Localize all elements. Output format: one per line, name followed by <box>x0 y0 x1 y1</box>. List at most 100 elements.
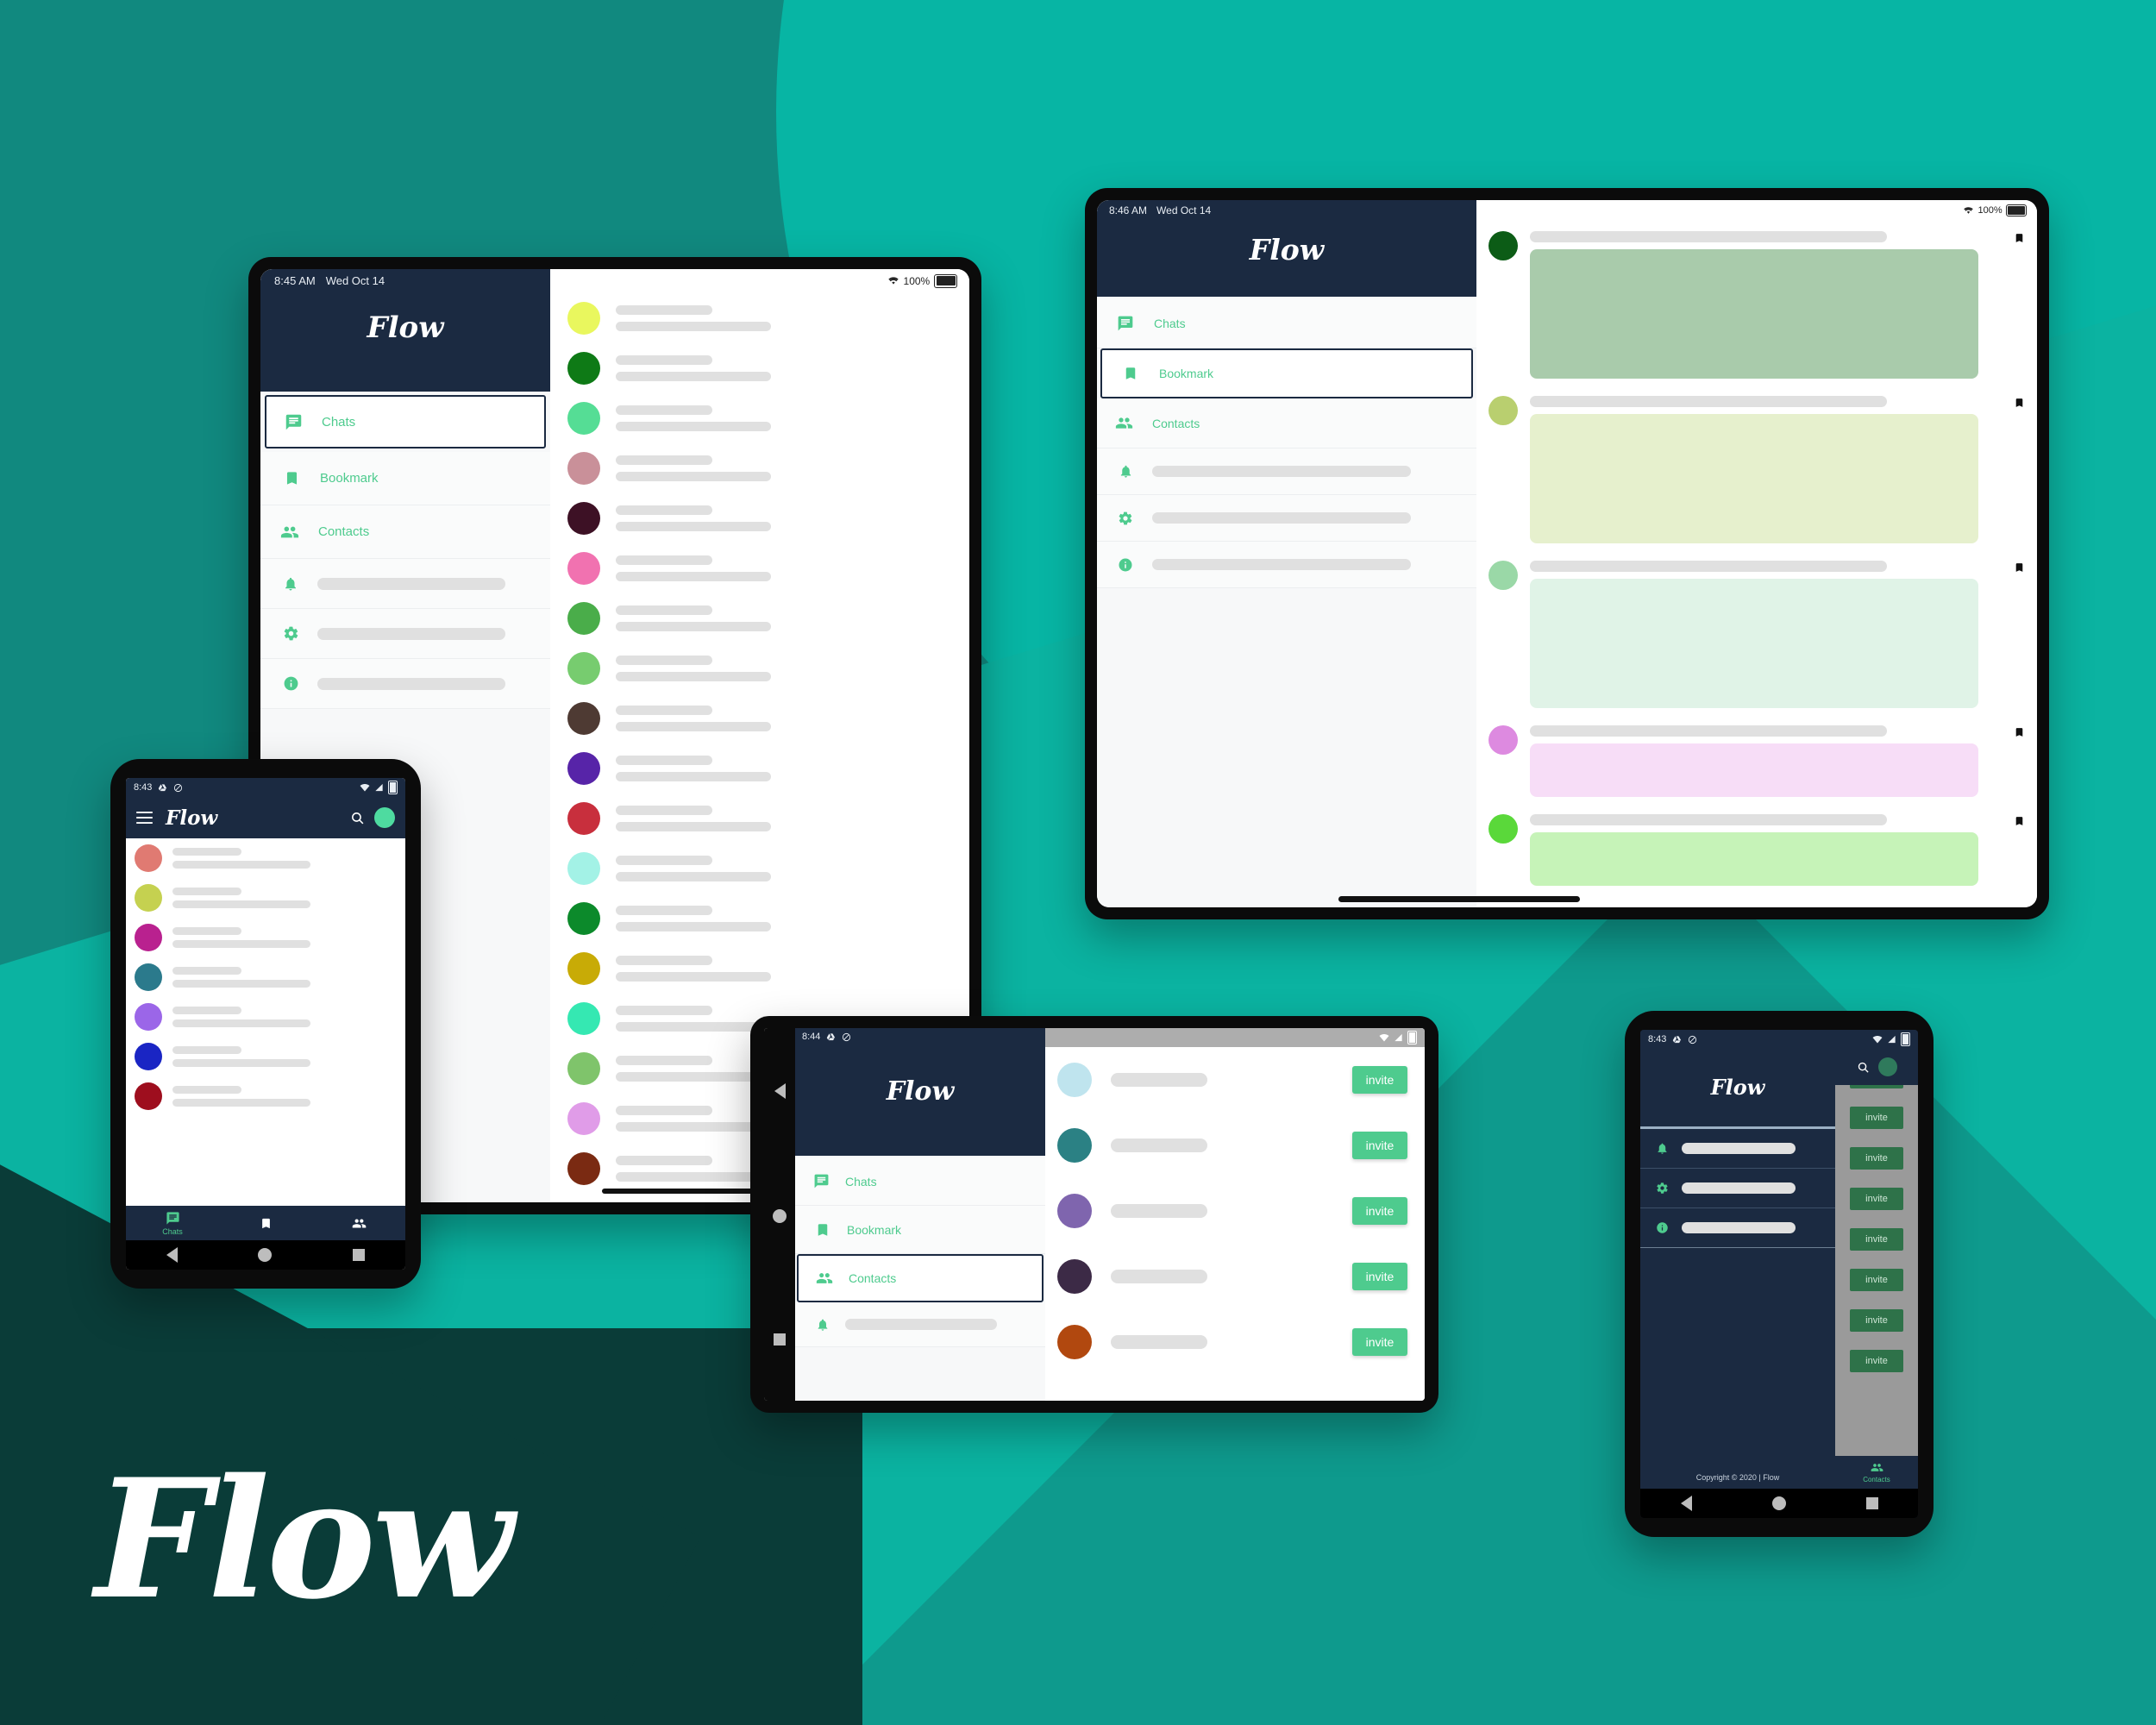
chat-list-item[interactable] <box>550 293 969 343</box>
chat-list-item[interactable] <box>126 1037 405 1076</box>
invite-button[interactable]: invite <box>1850 1147 1903 1170</box>
bookmark-card-content <box>1530 725 1978 797</box>
chat-list-item[interactable] <box>550 593 969 643</box>
phone-drawer-bottom-nav[interactable]: Contacts <box>1835 1456 1918 1489</box>
chat-list-item[interactable] <box>126 918 405 957</box>
bookmark-card[interactable] <box>1476 806 2037 894</box>
dnd-icon <box>1688 1035 1697 1044</box>
chat-list-item[interactable] <box>126 997 405 1037</box>
wifi-icon <box>1963 206 1974 215</box>
bookmark-card[interactable] <box>1476 387 2037 552</box>
chat-list-item[interactable] <box>550 693 969 743</box>
bookmark-card[interactable] <box>1476 223 2037 387</box>
invite-button[interactable]: invite <box>1850 1188 1903 1210</box>
chat-list-item[interactable] <box>550 643 969 693</box>
bottom-nav-contacts[interactable] <box>312 1216 405 1231</box>
phone-chats-list[interactable] <box>126 838 405 1116</box>
back-button[interactable] <box>774 1083 786 1099</box>
bookmark-icon[interactable] <box>2014 396 2025 410</box>
chat-list-item[interactable] <box>550 543 969 593</box>
phone-chats-bottom-nav[interactable]: Chats <box>126 1206 405 1240</box>
recents-button[interactable] <box>1865 1497 1878 1509</box>
phone-chats-android-nav[interactable] <box>126 1240 405 1270</box>
contact-list-item[interactable]: invite <box>1045 1309 1425 1375</box>
sidebar-item-chats[interactable]: Chats <box>265 395 546 448</box>
sidebar-item-chats[interactable]: Chats <box>1097 298 1476 348</box>
bookmark-icon[interactable] <box>2014 814 2025 828</box>
contact-list-item[interactable]: invite <box>1045 1113 1425 1178</box>
chat-list-item[interactable] <box>550 343 969 393</box>
bookmark-icon[interactable] <box>2014 725 2025 739</box>
tablet-contacts-android-nav[interactable] <box>764 1028 795 1401</box>
sidebar-item-bookmark[interactable]: Bookmark <box>1100 348 1473 398</box>
avatar[interactable] <box>1877 1057 1897 1076</box>
tablet-contacts-list[interactable]: invite invite invite invite invite <box>1045 1028 1425 1401</box>
sidebar-item-notifications[interactable] <box>1097 448 1476 495</box>
invite-button[interactable]: invite <box>1850 1309 1903 1332</box>
chat-list-item[interactable] <box>126 878 405 918</box>
invite-button[interactable]: invite <box>1352 1197 1407 1225</box>
bookmark-card[interactable] <box>1476 717 2037 806</box>
search-icon[interactable] <box>1857 1061 1870 1074</box>
chat-list-item[interactable] <box>550 894 969 944</box>
home-button[interactable] <box>258 1248 273 1262</box>
home-button[interactable] <box>1771 1496 1786 1510</box>
bookmark-card-list[interactable] <box>1476 223 2037 894</box>
home-button[interactable] <box>773 1209 787 1223</box>
sidebar-item-chats[interactable]: Chats <box>795 1157 1045 1206</box>
invite-button[interactable]: invite <box>1352 1328 1407 1356</box>
sidebar-item-settings[interactable] <box>1097 495 1476 542</box>
bottom-nav-bookmark[interactable] <box>219 1217 312 1230</box>
contacts-rows[interactable]: invite invite invite invite invite <box>1045 1047 1425 1375</box>
chat-list-item[interactable] <box>550 443 969 493</box>
bottom-nav-chats[interactable]: Chats <box>126 1211 219 1236</box>
avatar[interactable] <box>374 807 395 828</box>
phone-drawer-android-nav[interactable] <box>1640 1489 1918 1518</box>
bookmark-icon[interactable] <box>2014 561 2025 574</box>
sidebar-item-contacts[interactable]: Contacts <box>260 505 550 559</box>
sidebar-item-notifications[interactable] <box>795 1302 1045 1347</box>
drawer-item-settings[interactable] <box>1640 1169 1835 1208</box>
recents-button[interactable] <box>774 1333 786 1346</box>
sidebar-item-notifications[interactable] <box>260 559 550 609</box>
bookmark-card[interactable] <box>1476 552 2037 717</box>
sidebar-item-contacts[interactable]: Contacts <box>1097 398 1476 448</box>
chat-list-item[interactable] <box>126 957 405 997</box>
chat-list-item[interactable] <box>550 393 969 443</box>
invite-button[interactable]: invite <box>1352 1066 1407 1094</box>
drawer-item-info[interactable] <box>1640 1208 1835 1248</box>
tablet-bookmark-content[interactable]: 100% <box>1338 200 2037 907</box>
hamburger-menu-icon[interactable] <box>136 812 154 824</box>
chat-list-item[interactable] <box>550 944 969 994</box>
sidebar-item-contacts[interactable]: Contacts <box>797 1254 1044 1302</box>
sidebar-item-bookmark[interactable]: Bookmark <box>260 452 550 505</box>
sidebar-item-info[interactable] <box>1097 542 1476 588</box>
chat-list-item[interactable] <box>550 493 969 543</box>
sidebar-item-bookmark[interactable]: Bookmark <box>795 1206 1045 1254</box>
chat-list-item[interactable] <box>126 1076 405 1116</box>
bookmark-title-placeholder <box>1530 561 1887 572</box>
sidebar-item-settings[interactable] <box>260 609 550 659</box>
phone-drawer-appbar-actions[interactable] <box>1835 1049 1918 1085</box>
chat-list-item[interactable] <box>550 743 969 794</box>
invite-button[interactable]: invite <box>1850 1228 1903 1251</box>
invite-button[interactable]: invite <box>1850 1107 1903 1129</box>
contact-list-item[interactable]: invite <box>1045 1244 1425 1309</box>
contact-list-item[interactable]: invite <box>1045 1178 1425 1244</box>
bookmark-icon[interactable] <box>2014 231 2025 245</box>
contact-list-item[interactable]: invite <box>1045 1047 1425 1113</box>
avatar <box>567 652 600 685</box>
back-button[interactable] <box>1680 1496 1692 1511</box>
chat-list-item[interactable] <box>550 794 969 844</box>
search-icon[interactable] <box>350 811 365 825</box>
invite-button[interactable]: invite <box>1850 1269 1903 1291</box>
invite-button[interactable]: invite <box>1850 1350 1903 1372</box>
sidebar-item-info[interactable] <box>260 659 550 709</box>
invite-button[interactable]: invite <box>1352 1132 1407 1159</box>
drawer-item-notifications[interactable] <box>1640 1129 1835 1169</box>
recents-button[interactable] <box>353 1249 366 1261</box>
chat-list-item[interactable] <box>126 838 405 878</box>
invite-button[interactable]: invite <box>1352 1263 1407 1290</box>
back-button[interactable] <box>166 1247 178 1263</box>
chat-list-item[interactable] <box>550 844 969 894</box>
